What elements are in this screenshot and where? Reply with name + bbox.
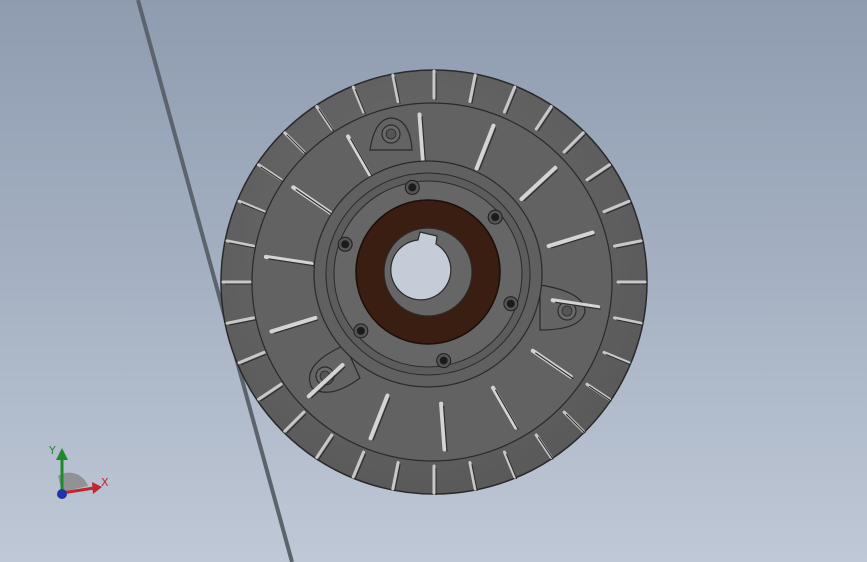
hub-bolt-head bbox=[506, 299, 515, 308]
y-axis-label: Y bbox=[48, 444, 56, 457]
hub-bolt-head bbox=[439, 356, 448, 365]
hub-bolt-head bbox=[341, 240, 350, 249]
x-axis-label: X bbox=[101, 476, 109, 489]
graphics-viewport[interactable]: Y X bbox=[0, 0, 867, 562]
hub-bolt-head bbox=[408, 183, 417, 192]
clutch-disc[interactable] bbox=[220, 69, 648, 495]
coordinate-triad-icon: Y X bbox=[48, 444, 109, 499]
hub-bolt-head bbox=[356, 326, 365, 335]
model-scene[interactable] bbox=[0, 0, 867, 562]
hub-bolt-head bbox=[491, 213, 500, 222]
